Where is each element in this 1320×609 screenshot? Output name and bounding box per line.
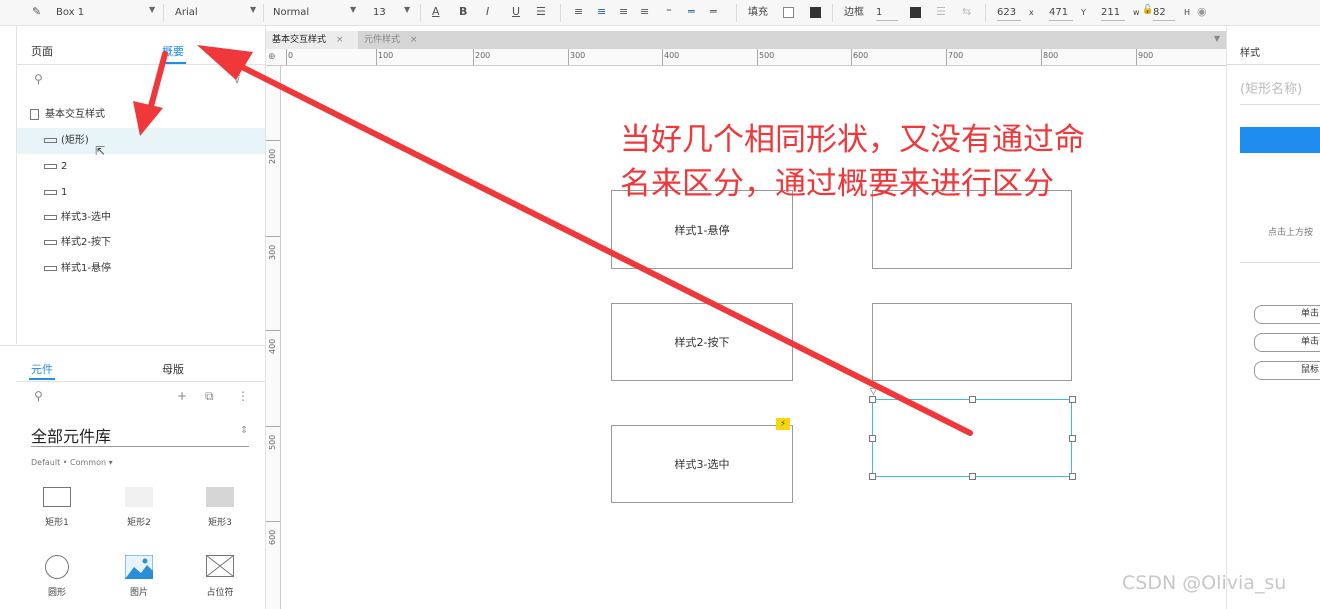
annotation-arrow-line: [229, 59, 973, 436]
annotation-arrowhead: [197, 45, 253, 80]
annotation-arrowhead: [133, 101, 163, 136]
annotation-arrows: [133, 45, 973, 436]
annotation-arrow-line: [147, 51, 168, 113]
watermark: CSDN @Olivia_su: [1122, 572, 1287, 594]
